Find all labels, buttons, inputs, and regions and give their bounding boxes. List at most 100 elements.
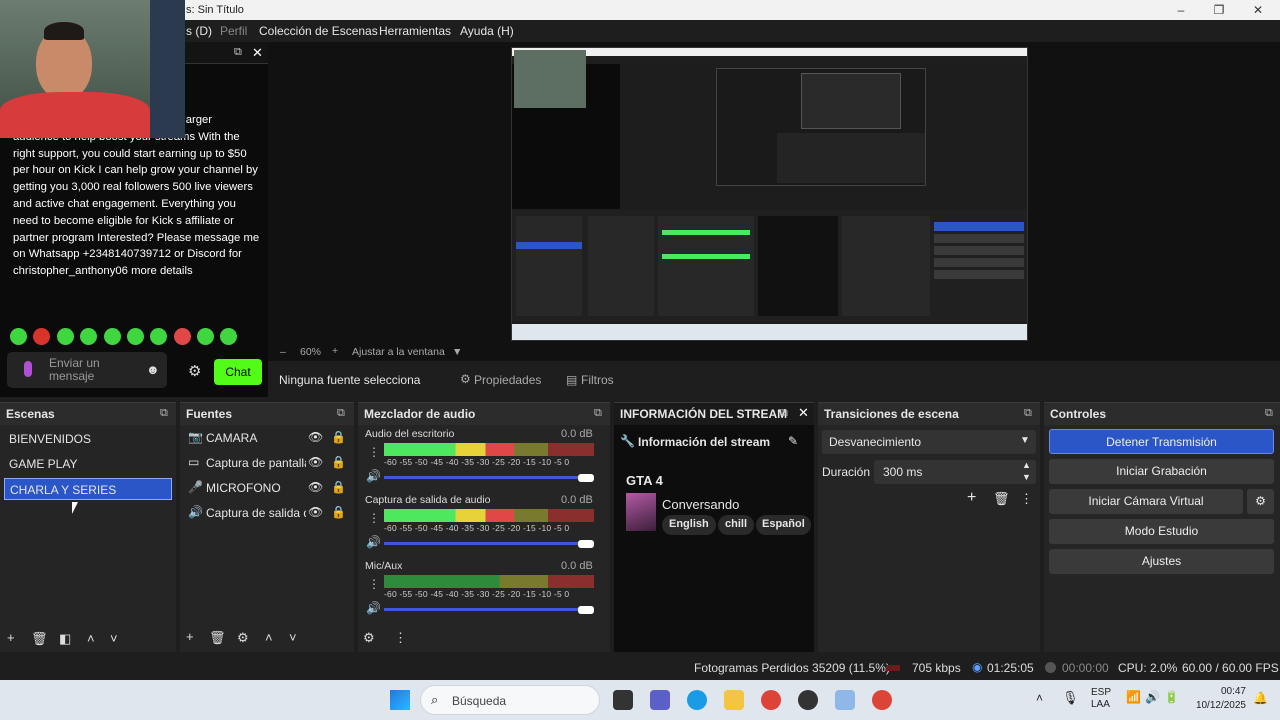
source-row[interactable]: 📷 CAMARA 👁 🔒: [186, 428, 351, 450]
scene-charla-y-series[interactable]: CHARLA Y SERIES: [4, 478, 172, 500]
add-icon[interactable]: +: [186, 629, 194, 644]
filters-button[interactable]: Filtros: [581, 373, 614, 387]
gear-icon[interactable]: ⚙: [460, 372, 471, 386]
volume-icon[interactable]: 🔊: [1145, 690, 1160, 704]
kebab-icon[interactable]: ⋮: [1020, 491, 1033, 507]
chrome-icon[interactable]: [872, 690, 892, 710]
move-down-icon[interactable]: ˅: [289, 630, 297, 645]
emote-icon[interactable]: [33, 328, 50, 345]
menu-item-help[interactable]: Ayuda (H): [460, 24, 514, 38]
language-indicator[interactable]: ESP LAA: [1091, 687, 1111, 711]
emote-icon[interactable]: [10, 328, 27, 345]
eye-icon[interactable]: 👁: [308, 480, 323, 494]
kebab-icon[interactable]: ⋮: [368, 445, 380, 459]
minimize-icon[interactable]: –: [1170, 2, 1192, 18]
emote-icon[interactable]: [197, 328, 214, 345]
battery-icon[interactable]: 🔋: [1164, 690, 1179, 704]
notification-bell-icon[interactable]: 🔔: [1253, 691, 1268, 705]
chrome-icon[interactable]: [761, 690, 781, 710]
close-icon[interactable]: ✕: [798, 405, 809, 421]
virtual-camera-settings[interactable]: ⚙: [1247, 489, 1274, 514]
source-row[interactable]: 🔊 Captura de salida d 👁 🔒: [186, 503, 351, 525]
menu-item-tools[interactable]: Herramientas: [379, 24, 451, 38]
gear-icon[interactable]: ⚙: [237, 630, 249, 646]
slider-knob[interactable]: [578, 474, 594, 482]
emote-icon[interactable]: [104, 328, 121, 345]
zoom-in-icon[interactable]: +: [332, 345, 338, 357]
lock-icon[interactable]: 🔒: [331, 505, 346, 519]
emote-icon[interactable]: [80, 328, 97, 345]
chevron-down-icon[interactable]: ▼: [1020, 435, 1030, 446]
teams-icon[interactable]: [650, 690, 670, 710]
speaker-icon[interactable]: 🔊: [366, 535, 381, 549]
emote-icon[interactable]: [127, 328, 144, 345]
speaker-icon[interactable]: 🔊: [366, 469, 381, 483]
emote-icon[interactable]: [174, 328, 191, 345]
preview-area[interactable]: [268, 42, 1280, 345]
settings-icon[interactable]: ⚙: [188, 362, 201, 380]
source-row[interactable]: 🎤 MICROFONO 👁 🔒: [186, 478, 351, 500]
emote-icon[interactable]: [57, 328, 74, 345]
dock-float-icon[interactable]: ⧉: [160, 407, 168, 420]
chevron-down-icon[interactable]: ▼: [452, 346, 462, 358]
snipping-tool-icon[interactable]: [835, 690, 855, 710]
virtual-camera-button[interactable]: Iniciar Cámara Virtual: [1049, 489, 1243, 514]
lock-icon[interactable]: 🔒: [331, 455, 346, 469]
chat-send-button[interactable]: Chat: [214, 359, 262, 385]
menu-item-scene-collection[interactable]: Colección de Escenas: [259, 24, 378, 38]
chat-input[interactable]: Enviar un mensaje ☻: [7, 352, 167, 388]
microphone-icon[interactable]: [24, 361, 32, 377]
properties-button[interactable]: Propiedades: [474, 373, 541, 387]
task-view-icon[interactable]: [613, 690, 633, 710]
volume-slider[interactable]: [384, 608, 594, 611]
dock-float-icon[interactable]: ⧉: [337, 407, 345, 420]
eye-icon[interactable]: 👁: [308, 505, 323, 519]
chat-close-icon[interactable]: ✕: [252, 45, 263, 61]
fit-window-label[interactable]: Ajustar a la ventana: [352, 346, 445, 358]
lock-icon[interactable]: 🔒: [331, 430, 346, 444]
trash-icon[interactable]: 🗑: [209, 630, 226, 646]
kebab-icon[interactable]: ⋮: [368, 511, 380, 525]
move-up-icon[interactable]: ˄: [265, 630, 273, 645]
dock-float-icon[interactable]: ⧉: [780, 407, 788, 420]
windows-start-icon[interactable]: [390, 690, 410, 710]
scene-bienvenidos[interactable]: BIENVENIDOS: [4, 428, 172, 450]
filter-icon[interactable]: ◧: [59, 631, 71, 647]
eye-icon[interactable]: 👁: [308, 430, 323, 444]
chevron-up-icon[interactable]: ˄: [1036, 691, 1043, 705]
lock-icon[interactable]: 🔒: [331, 480, 346, 494]
popout-icon[interactable]: ⧉: [234, 46, 242, 59]
move-down-icon[interactable]: ˅: [110, 631, 118, 646]
slider-knob[interactable]: [578, 606, 594, 614]
move-up-icon[interactable]: ˄: [87, 631, 95, 646]
menu-item-profile[interactable]: Perfil: [220, 24, 247, 38]
filter-icon[interactable]: ▤: [566, 373, 577, 387]
volume-slider[interactable]: [384, 476, 594, 479]
emoji-icon[interactable]: ☻: [146, 362, 160, 377]
zoom-out-icon[interactable]: –: [280, 346, 286, 358]
volume-slider[interactable]: [384, 542, 594, 545]
speaker-icon[interactable]: 🔊: [366, 601, 381, 615]
stop-stream-button[interactable]: Detener Transmisión: [1049, 429, 1274, 454]
menu-item-partial[interactable]: s (D): [186, 24, 212, 38]
dock-float-icon[interactable]: ⧉: [1024, 407, 1032, 420]
microphone-icon[interactable]: 🎙: [1062, 690, 1079, 706]
settings-button[interactable]: Ajustes: [1049, 549, 1274, 574]
trash-icon[interactable]: 🗑: [31, 631, 48, 647]
trash-icon[interactable]: 🗑: [993, 491, 1010, 507]
scene-game-play[interactable]: GAME PLAY: [4, 453, 172, 475]
emote-icon[interactable]: [220, 328, 237, 345]
clock-time[interactable]: 00:47: [1210, 686, 1246, 697]
close-icon[interactable]: ✕: [1247, 2, 1269, 18]
edge-icon[interactable]: [687, 690, 707, 710]
clock-date[interactable]: 10/12/2025: [1190, 700, 1246, 711]
preview-canvas[interactable]: [511, 47, 1028, 341]
transition-select[interactable]: Desvanecimiento ▼: [822, 430, 1036, 454]
obs-icon[interactable]: [798, 690, 818, 710]
add-icon[interactable]: +: [7, 630, 15, 645]
eye-icon[interactable]: 👁: [308, 455, 323, 469]
kebab-icon[interactable]: ⋮: [394, 630, 407, 646]
dock-float-icon[interactable]: ⧉: [1265, 407, 1273, 420]
folder-icon[interactable]: [724, 690, 744, 710]
kebab-icon[interactable]: ⋮: [368, 577, 380, 591]
